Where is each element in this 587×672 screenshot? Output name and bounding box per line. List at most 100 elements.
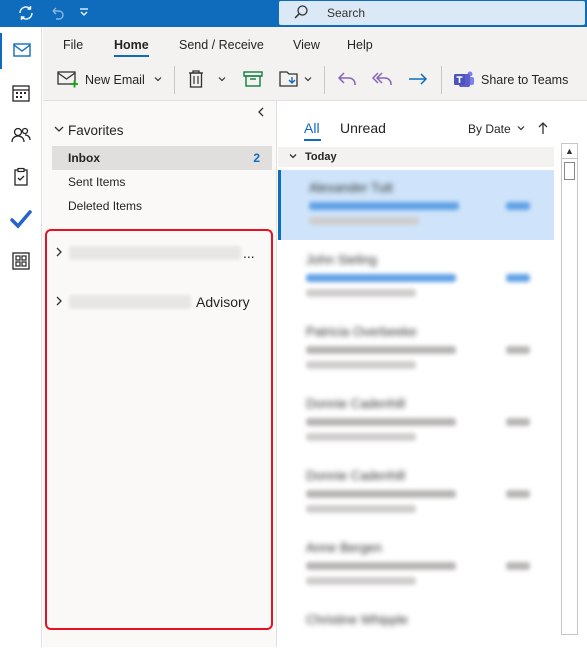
message-sender: Donnie Cadenhill: [306, 468, 406, 483]
unread-count-badge: 2: [253, 151, 260, 165]
redacted-account-name: [69, 246, 241, 260]
message-subject-redacted: [306, 418, 456, 426]
group-header-label: Today: [305, 151, 337, 163]
scrollbar-thumb[interactable]: [564, 162, 575, 180]
undo-icon[interactable]: [48, 4, 66, 26]
apps-nav-button[interactable]: [0, 244, 42, 280]
group-header-today[interactable]: Today: [278, 147, 554, 167]
chevron-down-icon: [53, 123, 65, 138]
account-name-suffix: Advisory: [196, 294, 250, 310]
archive-icon: [243, 70, 263, 91]
chevron-down-icon[interactable]: [217, 73, 227, 87]
account-folder-1[interactable]: ...: [55, 245, 255, 261]
todo-check-icon: [10, 209, 32, 232]
chevron-down-icon[interactable]: [153, 73, 163, 87]
filter-unread-tab[interactable]: Unread: [340, 120, 386, 136]
folder-deleted-items[interactable]: Deleted Items: [52, 194, 272, 218]
folder-sent-items[interactable]: Sent Items: [52, 170, 272, 194]
scroll-up-arrow-icon[interactable]: ▲: [562, 144, 577, 159]
message-preview-redacted: [306, 433, 416, 441]
message-item[interactable]: Alexander Tutt: [278, 170, 554, 240]
forward-icon: [407, 70, 429, 91]
people-nav-button[interactable]: [0, 118, 42, 154]
collapse-folder-pane-icon[interactable]: [256, 106, 266, 121]
delete-button[interactable]: [187, 68, 227, 92]
search-placeholder: Search: [327, 6, 366, 20]
message-list-scrollbar[interactable]: ▲: [561, 143, 578, 635]
search-box[interactable]: Search: [279, 1, 585, 25]
forward-button[interactable]: [407, 68, 429, 92]
message-time-redacted: [506, 202, 530, 210]
sort-label: By Date: [468, 122, 511, 136]
navigation-rail: [0, 27, 42, 647]
mail-icon: [12, 40, 32, 63]
share-to-teams-label: Share to Teams: [481, 73, 569, 87]
message-subject-redacted: [306, 562, 456, 570]
account-folder-2[interactable]: Advisory: [55, 294, 250, 310]
tab-view[interactable]: View: [293, 38, 320, 52]
message-sender: Anne Bergen: [306, 540, 382, 555]
sync-icon[interactable]: [17, 4, 35, 26]
reply-all-button[interactable]: [371, 68, 395, 92]
message-preview-redacted: [306, 361, 416, 369]
message-item[interactable]: Anne Bergen: [278, 530, 554, 600]
folder-pane: Favorites Inbox 2 Sent Items Deleted Ite…: [43, 101, 277, 647]
share-to-teams-button[interactable]: Share to Teams: [453, 68, 568, 92]
mail-nav-button[interactable]: [0, 33, 42, 69]
tab-file[interactable]: File: [63, 38, 83, 52]
ribbon-divider: [174, 66, 175, 94]
filter-all-tab[interactable]: All: [304, 120, 320, 136]
sort-by-date-dropdown[interactable]: By Date: [468, 122, 526, 136]
chevron-right-icon: [55, 294, 63, 310]
new-email-icon: [57, 70, 79, 91]
tab-send-receive[interactable]: Send / Receive: [179, 38, 264, 52]
new-email-button[interactable]: New Email: [57, 68, 163, 92]
ribbon-divider: [324, 66, 325, 94]
message-sender: Alexander Tutt: [309, 180, 393, 195]
folder-inbox[interactable]: Inbox 2: [52, 146, 272, 170]
message-time-redacted: [506, 346, 530, 354]
reply-button[interactable]: [336, 68, 358, 92]
tasks-nav-button[interactable]: [0, 160, 42, 196]
tab-home[interactable]: Home: [114, 38, 149, 57]
calendar-nav-button[interactable]: [0, 76, 42, 112]
message-item[interactable]: Patricia Overbeeke: [278, 314, 554, 384]
search-icon: [293, 4, 309, 20]
message-preview-redacted: [306, 577, 416, 585]
folder-label: Sent Items: [68, 175, 126, 189]
customize-toolbar-icon[interactable]: [78, 3, 90, 25]
todo-nav-button[interactable]: [0, 202, 42, 238]
tab-help[interactable]: Help: [347, 38, 373, 52]
message-subject-redacted: [309, 202, 459, 210]
title-bar: Search: [0, 0, 587, 27]
account-name-suffix: ...: [243, 245, 255, 261]
message-item[interactable]: Donnie Cadenhill: [278, 458, 554, 528]
message-subject-redacted: [306, 274, 456, 282]
people-icon: [11, 125, 31, 148]
chevron-right-icon: [55, 245, 63, 261]
chevron-down-icon[interactable]: [303, 73, 313, 87]
reply-icon: [336, 70, 358, 91]
teams-icon: [453, 69, 475, 92]
sort-direction-arrow-icon[interactable]: [537, 121, 549, 138]
trash-icon: [187, 69, 205, 92]
message-time-redacted: [506, 490, 530, 498]
archive-button[interactable]: [243, 68, 263, 92]
message-subject-redacted: [306, 346, 456, 354]
message-sender: Patricia Overbeeke: [306, 324, 417, 339]
move-button[interactable]: [279, 68, 313, 92]
move-to-folder-icon: [279, 69, 301, 92]
message-sender: John Sieling: [306, 252, 377, 267]
folder-label: Deleted Items: [68, 199, 143, 213]
calendar-icon: [11, 83, 31, 106]
message-item[interactable]: John Sieling: [278, 242, 554, 312]
ribbon-toolbar: New Email Share to Teams: [43, 57, 587, 101]
message-item[interactable]: Christine Whipple: [278, 602, 554, 672]
redacted-account-name: [69, 295, 191, 309]
new-email-label: New Email: [85, 73, 145, 87]
folder-label: Inbox: [68, 151, 100, 165]
favorites-header[interactable]: Favorites: [53, 123, 124, 138]
message-time-redacted: [506, 562, 530, 570]
message-item[interactable]: Donnie Cadenhill: [278, 386, 554, 456]
message-list: All Unread By Date Today Alexander Tutt J…: [278, 101, 587, 647]
